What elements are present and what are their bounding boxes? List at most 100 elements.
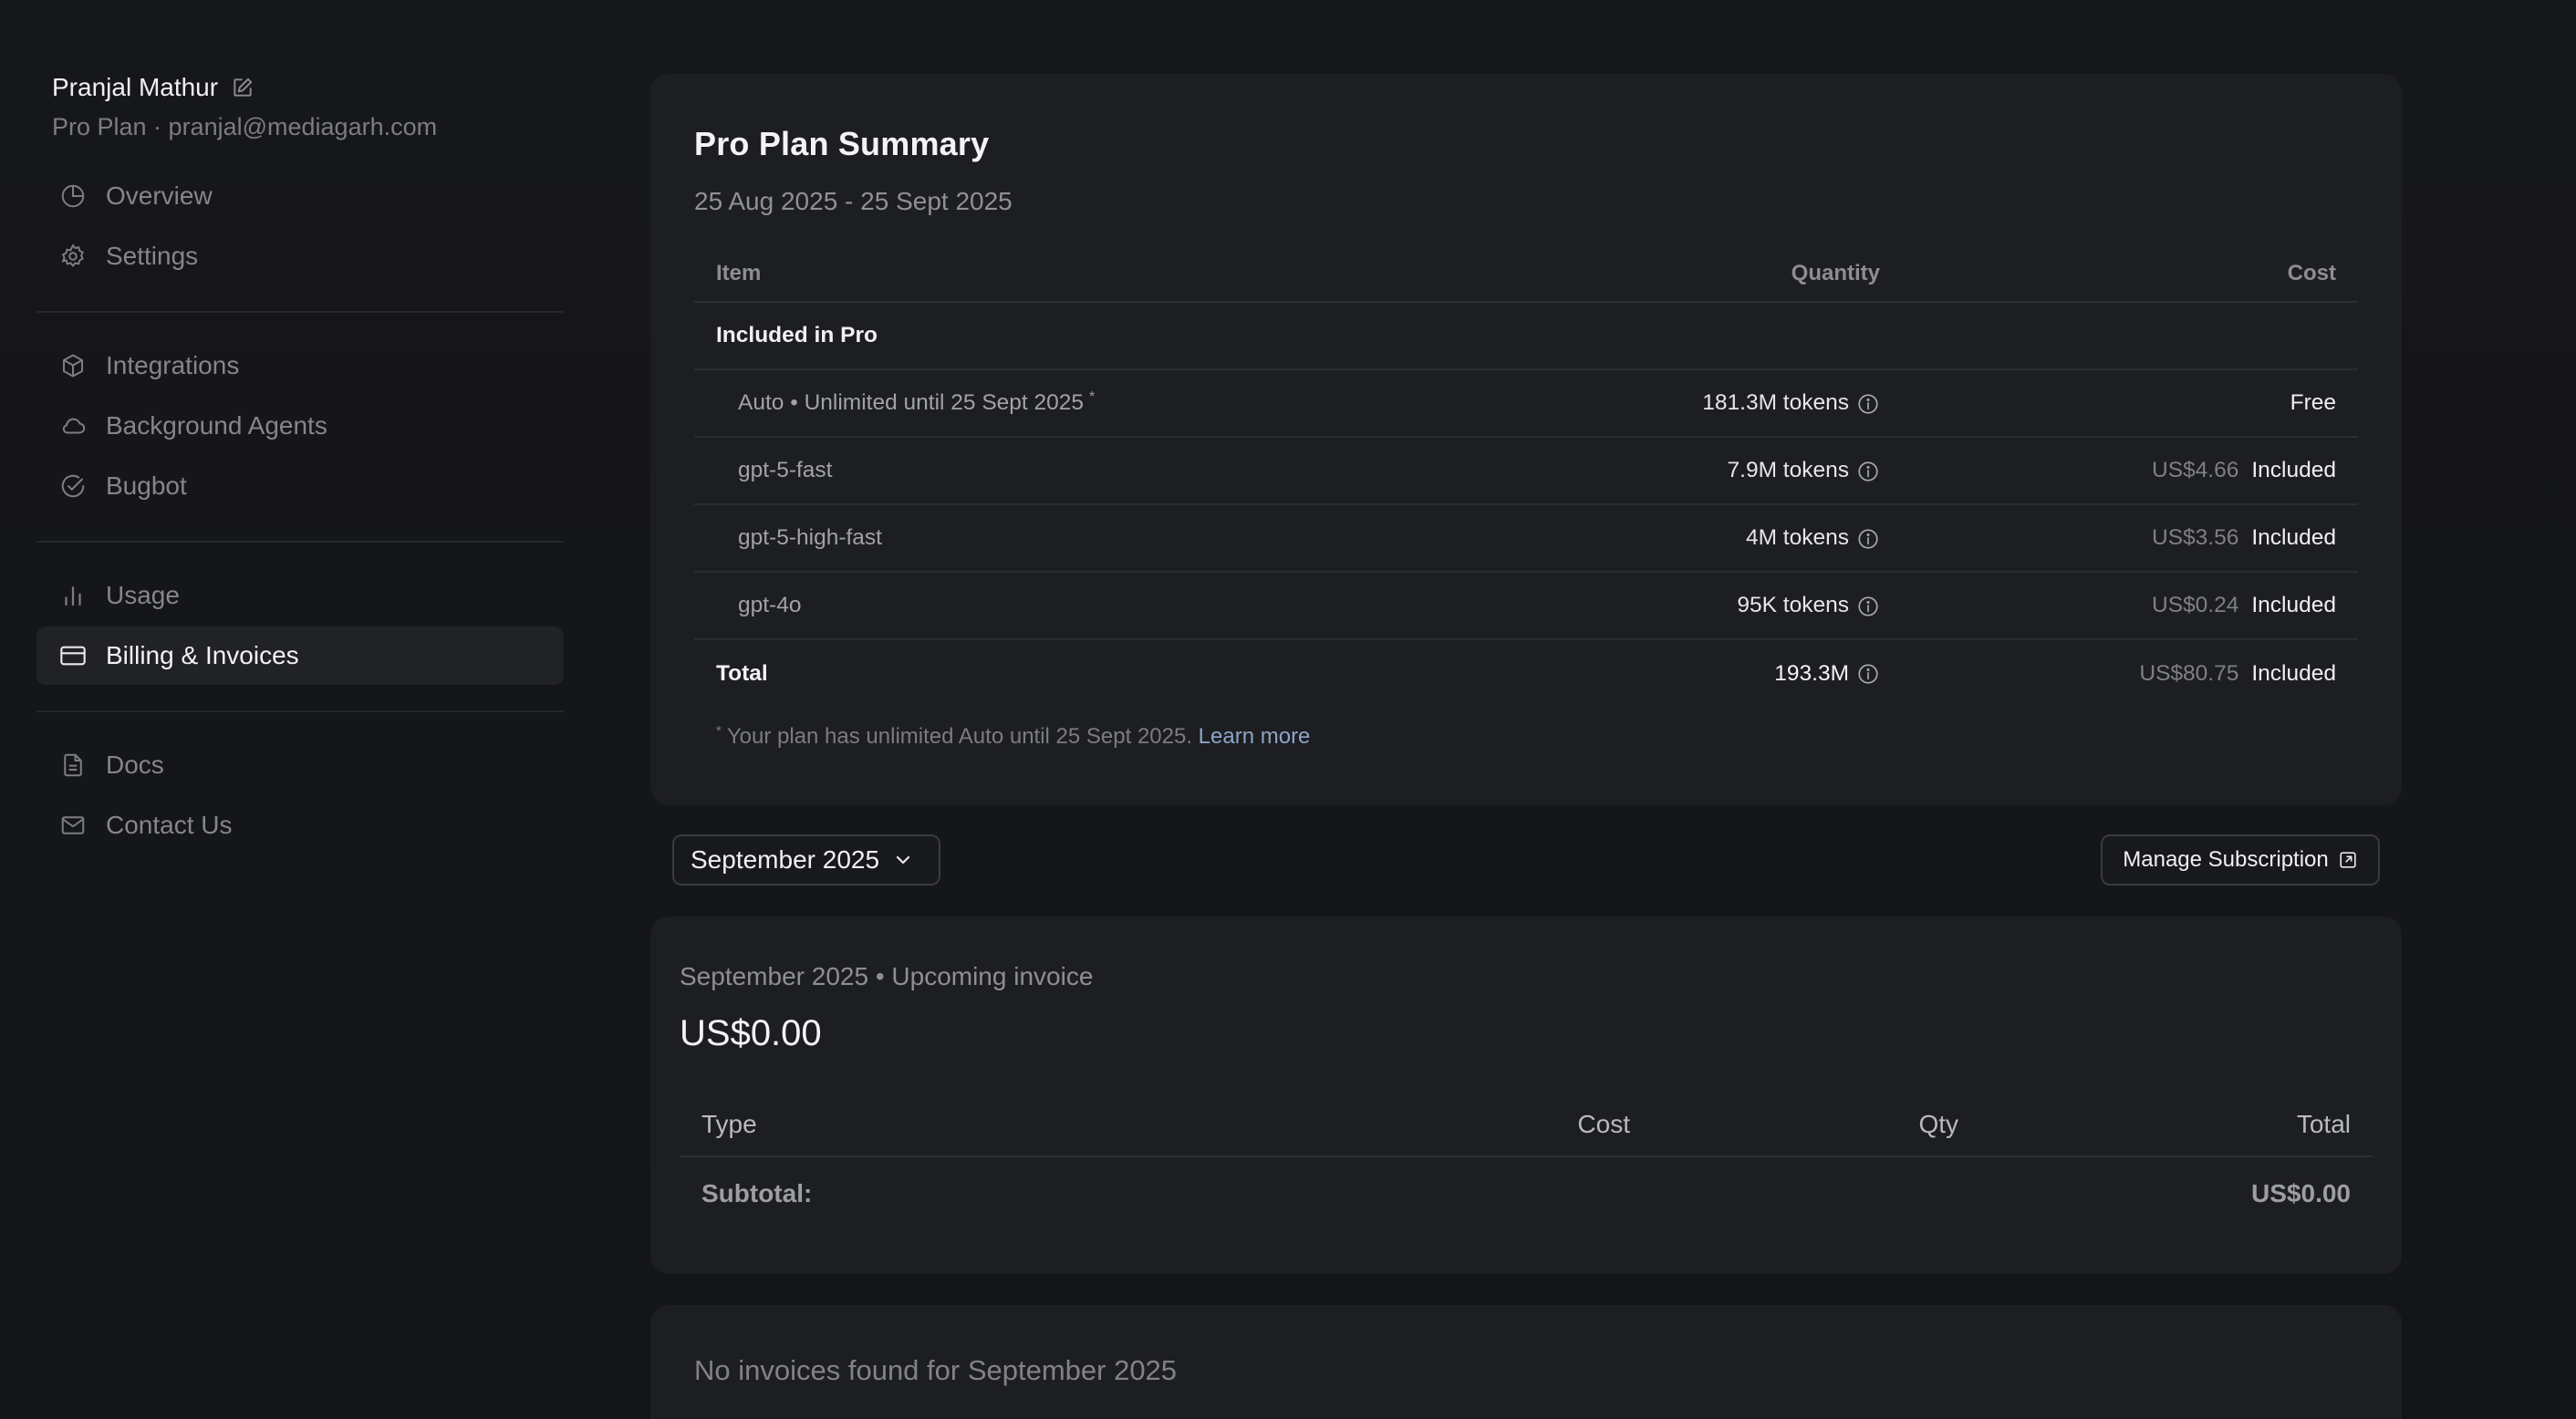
invoice-amount: US$0.00 [680,1013,822,1053]
subtotal-cost-empty [1342,1156,1652,1229]
sidebar-item-label: Docs [106,751,164,779]
billing-controls: September 2025 Manage Subscription [650,834,2402,886]
group-label: Included in Pro [694,302,2358,370]
sidebar-item-label: Integrations [106,351,240,379]
sidebar-item-label: Billing & Invoices [106,641,299,669]
sidebar-item-settings[interactable]: Settings [36,227,564,285]
quantity-cell: 181.3M tokens [1486,369,1902,438]
status-label: Free [2290,390,2336,415]
footnote-marker: * [1089,389,1096,406]
column-header-cost: Cost [1902,245,2358,303]
nav-group-integrations: Integrations Background Agents Bugbot [36,337,564,515]
column-header-quantity: Quantity [1486,245,1902,303]
sidebar-item-contact[interactable]: Contact Us [36,796,564,855]
status-label: Included [2251,458,2336,482]
info-icon[interactable] [1856,595,1880,618]
user-plan-email: Pro Plan · pranjal@mediagarh.com [52,113,438,140]
user-header: Pranjal Mathur [36,73,564,102]
month-dropdown[interactable]: September 2025 [672,834,940,886]
info-icon[interactable] [1856,527,1880,551]
footnote-text: Your plan has unlimited Auto until 25 Se… [726,724,1192,749]
item-name: Auto • Unlimited until 25 Sept 2025 [738,390,1085,416]
mail-icon [58,811,88,840]
sidebar-divider [36,541,564,543]
invoice-header-row: Type Cost Qty Total [680,1093,2373,1157]
info-icon[interactable] [1856,662,1880,686]
sidebar-item-label: Bugbot [106,471,187,500]
cost-value: US$0.24 [2152,593,2239,617]
manage-subscription-button[interactable]: Manage Subscription [2101,834,2380,886]
cube-icon [58,351,88,380]
footnote-marker: * [716,723,722,739]
sidebar-item-label: Usage [106,581,180,609]
sidebar-item-bugbot[interactable]: Bugbot [36,457,564,515]
column-header-item: Item [694,245,1487,303]
nav-group-account: Usage Billing & Invoices [36,566,564,685]
sidebar-item-overview[interactable]: Overview [36,167,564,225]
total-quantity: 193.3M [1774,660,1849,686]
column-header-qty: Qty [1652,1093,1980,1157]
column-header-type: Type [680,1093,1342,1157]
subtotal-label: Subtotal: [701,1178,813,1207]
sidebar-item-billing[interactable]: Billing & Invoices [36,627,564,685]
sidebar-item-integrations[interactable]: Integrations [36,337,564,395]
column-header-cost: Cost [1342,1093,1652,1157]
summary-title: Pro Plan Summary [694,125,990,162]
item-name: gpt-5-fast [694,437,1487,505]
info-icon[interactable] [1856,392,1880,416]
table-row: gpt-5-high-fast 4M tokens US$3.56 Include… [694,504,2358,573]
sidebar-divider [36,710,564,712]
empty-invoices-message: No invoices found for September 2025 [694,1354,1178,1386]
credit-card-icon [58,641,88,670]
subtotal-qty-empty [1652,1156,1980,1229]
learn-more-link[interactable]: Learn more [1199,724,1311,749]
quantity-cell: 4M tokens [1486,504,1902,573]
cost-cell: US$3.56 Included [1902,504,2358,573]
footnote: * Your plan has unlimited Auto until 25 S… [694,723,2358,750]
summary-date-range: 25 Aug 2025 - 25 Sept 2025 [694,187,1013,215]
table-row: gpt-5-fast 7.9M tokens US$4.66 Included [694,437,2358,505]
page: { "user": { "name": "Pranjal Mathur", "s… [0,0,2576,1419]
sidebar-item-label: Contact Us [106,811,233,839]
sidebar-item-label: Overview [106,181,213,210]
check-circle-icon [58,471,88,501]
cost-value: US$3.56 [2152,525,2239,550]
edit-icon[interactable] [231,76,254,99]
cost-cell: US$0.24 Included [1902,572,2358,640]
quantity-cell: 193.3M [1487,639,1902,707]
total-cost: US$80.75 [2139,660,2239,686]
nav-group-primary: Overview Settings [36,167,564,285]
column-header-total: Total [1980,1093,2373,1157]
gear-icon [58,242,88,271]
cloud-icon [58,411,88,440]
info-icon[interactable] [1856,460,1880,483]
quantity-value: 181.3M tokens [1702,390,1849,415]
sidebar-item-label: Background Agents [106,411,327,440]
sidebar-item-label: Settings [106,242,199,270]
item-cell: Auto • Unlimited until 25 Sept 2025 * [694,369,1487,438]
invoices-list-card: No invoices found for September 2025 [650,1305,2402,1419]
item-name: gpt-5-high-fast [694,504,1487,573]
sidebar: Pranjal Mathur Pro Plan · pranjal@mediag… [36,73,564,856]
sidebar-item-background-agents[interactable]: Background Agents [36,397,564,455]
group-row: Included in Pro [694,302,2358,370]
cost-cell: US$80.75 Included [1902,639,2358,707]
month-dropdown-value: September 2025 [691,845,880,874]
summary-header-row: Item Quantity Cost [694,245,2358,303]
total-row: Total 193.3M US$80.75 Included [694,639,2358,707]
sidebar-item-docs[interactable]: Docs [36,736,564,794]
subtotal-row: Subtotal: US$0.00 [680,1156,2373,1229]
invoice-table: Type Cost Qty Total Subtotal: US$0.00 [680,1093,2373,1229]
user-name: Pranjal Mathur [52,73,219,101]
subtotal-value: US$0.00 [2251,1178,2351,1207]
status-label: Included [2251,525,2336,550]
table-row: Auto • Unlimited until 25 Sept 2025 * 181… [694,369,2358,438]
quantity-cell: 7.9M tokens [1486,437,1902,505]
chevron-down-icon [892,849,914,871]
nav-group-help: Docs Contact Us [36,736,564,855]
cost-cell: US$4.66 Included [1902,437,2358,505]
main-content: Pro Plan Summary 25 Aug 2025 - 25 Sept 2… [650,74,2402,1419]
pie-chart-icon [58,181,88,211]
sidebar-item-usage[interactable]: Usage [36,566,564,625]
external-link-icon [2338,850,2358,870]
